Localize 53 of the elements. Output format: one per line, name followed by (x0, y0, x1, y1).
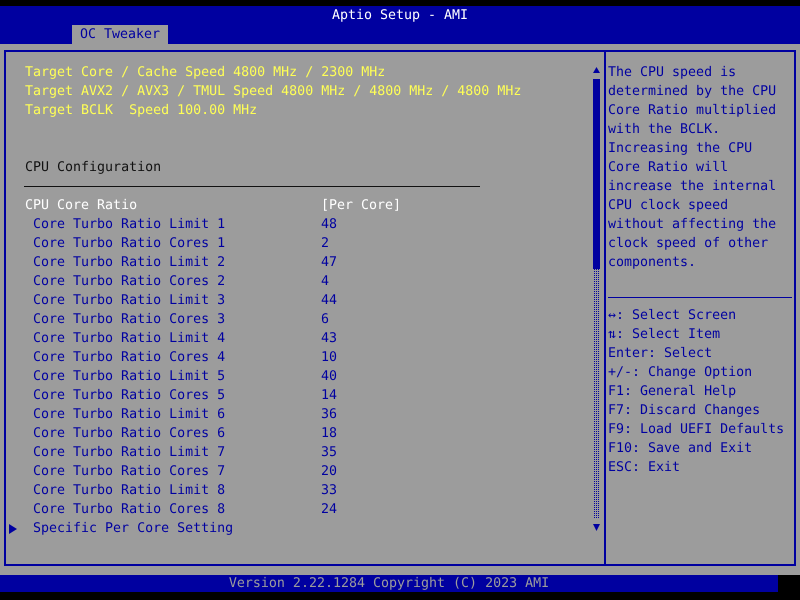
setting-value[interactable]: 18 (321, 424, 338, 443)
setting-value[interactable]: 36 (321, 405, 338, 424)
key-hint: ⇅: Select Item (608, 326, 722, 344)
setting-value[interactable]: 44 (321, 291, 338, 310)
setting-label[interactable]: CPU Core Ratio (25, 196, 321, 215)
setting-value[interactable]: 24 (321, 500, 338, 519)
target-speed-text: Target Core / Cache Speed 4800 MHz / 2300 MHz (25, 65, 386, 80)
setting-value[interactable]: 47 (321, 253, 338, 272)
setting-label[interactable]: Core Turbo Ratio Cores 4 (33, 348, 321, 367)
setting-value[interactable]: 10 (321, 348, 338, 367)
setting-label[interactable]: Core Turbo Ratio Cores 7 (33, 462, 321, 481)
setting-label[interactable]: Core Turbo Ratio Limit 2 (33, 253, 321, 272)
version-text: Version 2.22.1284 Copyright (C) 2023 AMI (228, 575, 550, 593)
setting-value[interactable]: 33 (321, 481, 338, 500)
setting-label[interactable]: Core Turbo Ratio Cores 5 (33, 386, 321, 405)
setting-label[interactable]: Core Turbo Ratio Cores 1 (33, 234, 321, 253)
submenu-link[interactable]: Specific Per Core Setting (33, 519, 234, 538)
setting-label[interactable]: Core Turbo Ratio Limit 7 (33, 443, 321, 462)
setting-value[interactable]: 43 (321, 329, 338, 348)
setting-label[interactable]: Core Turbo Ratio Cores 6 (33, 424, 321, 443)
target-speed-text: Target BCLK Speed 100.00 MHz (25, 103, 258, 118)
setting-value[interactable]: 48 (321, 215, 338, 234)
setting-value[interactable]: 20 (321, 462, 338, 481)
setting-label[interactable]: Core Turbo Ratio Limit 8 (33, 481, 321, 500)
setting-label[interactable]: Core Turbo Ratio Limit 1 (33, 215, 321, 234)
setting-label[interactable]: Core Turbo Ratio Limit 5 (33, 367, 321, 386)
setting-value[interactable]: 35 (321, 443, 338, 462)
key-hint: ESC: Exit (608, 459, 682, 477)
setting-value[interactable]: 2 (321, 234, 330, 253)
setting-label[interactable]: Core Turbo Ratio Cores 3 (33, 310, 321, 329)
setting-label[interactable]: Core Turbo Ratio Limit 3 (33, 291, 321, 310)
target-speed-text: Target AVX2 / AVX3 / TMUL Speed 4800 MHz / 4800 MHz / 4800 MHz (25, 84, 522, 99)
key-hint: F9: Load UEFI Defaults (608, 421, 786, 439)
setting-value[interactable]: 6 (321, 310, 330, 329)
key-hint: F7: Discard Changes (608, 402, 762, 420)
setting-value[interactable]: 4 (321, 272, 330, 291)
tab[interactable]: OC Tweaker (72, 25, 168, 44)
setting-label[interactable]: Core Turbo Ratio Cores 8 (33, 500, 321, 519)
submenu-arrow-icon (9, 524, 17, 534)
key-hint: +/-: Change Option (608, 364, 754, 382)
key-hint: F10: Save and Exit (608, 440, 754, 458)
help-description: The CPU speed is determined by the CPU Core Ratio multiplied with the BCLK. Increasing the CPU Core Ratio will increase the internal CPU clock speed without affecting the clock speed of other components. (608, 64, 778, 272)
setting-value[interactable]: 14 (321, 386, 338, 405)
setting-label[interactable]: Core Turbo Ratio Cores 2 (33, 272, 321, 291)
window-title: Aptio Setup - AMI (332, 6, 468, 24)
key-hint: F1: General Help (608, 383, 738, 401)
section-heading: CPU Configuration (25, 160, 162, 175)
setting-value[interactable]: [Per Core] (321, 196, 402, 215)
setting-label[interactable]: Core Turbo Ratio Limit 4 (33, 329, 321, 348)
setting-value[interactable]: 40 (321, 367, 338, 386)
setting-label[interactable]: Core Turbo Ratio Limit 6 (33, 405, 321, 424)
key-hint: Enter: Select (608, 345, 714, 363)
key-hint: ↔: Select Screen (608, 307, 738, 325)
